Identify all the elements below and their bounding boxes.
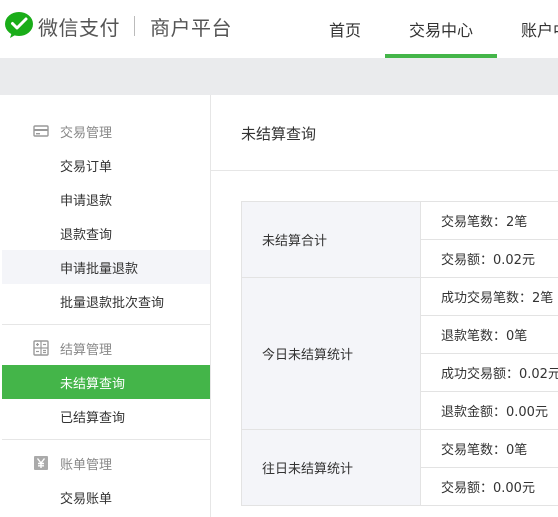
sidebar-item-label: 已结算查询 [60, 411, 126, 426]
sub-header-bar [0, 58, 558, 95]
top-header: 微信支付 商户平台 首页 交易中心 账户中 [0, 0, 558, 58]
table-row: 未结算合计 交易笔数：2笔 [241, 201, 558, 278]
sidebar-item-unsettled-query[interactable]: 未结算查询 [2, 365, 210, 399]
sidebar-item-label: 退款查询 [60, 228, 113, 243]
sidebar-item-transaction-bill[interactable]: 交易账单 [2, 480, 210, 514]
sidebar-item-orders[interactable]: 交易订单 [2, 148, 210, 182]
brand-name: 微信支付 [38, 16, 120, 40]
group-transaction-management: 交易管理 [0, 114, 210, 148]
value-cell: 成功交易额：0.02元 [420, 353, 558, 392]
platform-name: 商户平台 [150, 16, 232, 40]
unsettled-stats-table: 未结算合计 交易笔数：2笔 交易额：0.02元 今日未结算统计 成功交易笔数：2… [241, 201, 558, 506]
value-cell: 交易笔数：2笔 [420, 201, 558, 240]
group-title: 账单管理 [60, 458, 113, 473]
category-cell: 未结算合计 [241, 201, 421, 278]
sidebar-item-batch-refund-query[interactable]: 批量退款批次查询 [2, 284, 210, 318]
group-settlement-management: 结算管理 [0, 331, 210, 365]
sidebar-item-label: 交易账单 [60, 492, 113, 507]
sidebar-divider [2, 439, 210, 440]
sidebar-item-label: 批量退款批次查询 [60, 296, 165, 311]
table-row: 往日未结算统计 交易笔数：0笔 [241, 429, 558, 506]
value-cell: 成功交易笔数：2笔 [420, 277, 558, 316]
title-divider [211, 170, 558, 171]
tab-account-center[interactable]: 账户中 [521, 17, 558, 41]
sidebar-item-label: 交易订单 [60, 160, 113, 175]
calculator-icon [33, 340, 49, 356]
sidebar-item-batch-refund[interactable]: 申请批量退款 [2, 250, 210, 284]
group-bill-management: 账单管理 [0, 446, 210, 480]
card-icon [33, 125, 49, 137]
sidebar-item-label: 未结算查询 [60, 377, 126, 392]
brand-divider [134, 16, 135, 36]
category-cell: 往日未结算统计 [241, 429, 421, 506]
value-cell: 退款金额：0.00元 [420, 391, 558, 430]
tab-home[interactable]: 首页 [329, 17, 361, 41]
group-title: 交易管理 [60, 126, 113, 141]
value-cell: 交易额：0.02元 [420, 239, 558, 278]
table-row: 今日未结算统计 成功交易笔数：2笔 [241, 277, 558, 430]
sidebar-item-apply-refund[interactable]: 申请退款 [2, 182, 210, 216]
sidebar-item-label: 申请退款 [60, 194, 113, 209]
tab-transaction-center[interactable]: 交易中心 [409, 17, 473, 41]
page-title: 未结算查询 [241, 125, 317, 143]
value-cell: 退款笔数：0笔 [420, 315, 558, 354]
sidebar: 交易管理 交易订单 申请退款 退款查询 申请批量退款 批量退款批次查询 结算管理… [0, 95, 211, 517]
value-cell: 交易额：0.00元 [420, 467, 558, 506]
sidebar-item-label: 申请批量退款 [60, 262, 139, 277]
yen-icon [34, 456, 48, 470]
sidebar-divider [2, 324, 210, 325]
sidebar-item-refund-query[interactable]: 退款查询 [2, 216, 210, 250]
group-title: 结算管理 [60, 343, 113, 358]
wechat-pay-logo-icon [5, 12, 33, 38]
sidebar-item-settled-query[interactable]: 已结算查询 [2, 399, 210, 433]
category-cell: 今日未结算统计 [241, 277, 421, 430]
value-cell: 交易笔数：0笔 [420, 429, 558, 468]
